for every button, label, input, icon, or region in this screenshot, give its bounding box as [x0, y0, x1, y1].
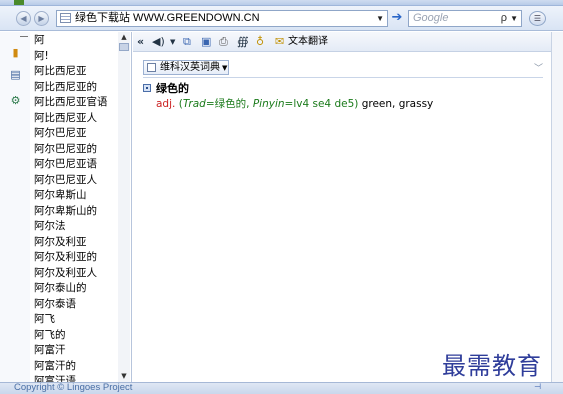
trad-value: 绿色的	[214, 98, 247, 110]
gloss: green, grassy	[361, 98, 434, 110]
app-icon	[14, 0, 24, 5]
list-item[interactable]: 阿尔及利亚	[34, 235, 118, 251]
list-item[interactable]: 阿尔巴尼亚的	[34, 142, 118, 158]
scroll-down-icon[interactable]: ▼	[118, 371, 130, 382]
scroll-thumb[interactable]	[119, 43, 129, 51]
chevron-down-icon[interactable]: ▼	[376, 11, 384, 26]
copy-icon[interactable]: ⧉	[183, 35, 191, 49]
dictionary-book-icon[interactable]: ▮	[9, 46, 22, 59]
address-text: 绿色下载站 WWW.GREENDOWN.CN	[75, 12, 260, 24]
chevron-down-icon[interactable]: ▼	[222, 64, 227, 72]
content-scrollbar[interactable]	[551, 32, 563, 382]
find-icon[interactable]: ∰	[237, 35, 249, 49]
menu-icon[interactable]: ☰	[529, 11, 546, 26]
list-item[interactable]: 阿!	[34, 49, 118, 65]
list-item[interactable]: 阿尔及利亚的	[34, 250, 118, 266]
save-icon[interactable]: ▣	[201, 35, 211, 49]
part-of-speech: adj.	[156, 98, 176, 110]
pronunciation-note: (Trad=绿色的, Pinyin=lv4 se4 de5)	[178, 98, 359, 110]
collapse-panel-icon[interactable]: «	[137, 35, 144, 49]
list-item[interactable]: 阿尔法	[34, 219, 118, 235]
word-list-scrollbar[interactable]: ▲ ▼	[118, 32, 130, 382]
expand-box-icon[interactable]	[143, 84, 151, 92]
list-item[interactable]: 阿比西尼亚的	[34, 80, 118, 96]
dictionary-tab-label: 维科汉英词典	[160, 62, 220, 73]
headword: 绿色的	[143, 81, 543, 96]
speaker-dropdown-icon[interactable]: ▼	[170, 35, 175, 49]
divider	[143, 77, 543, 78]
list-item[interactable]: 阿尔泰语	[34, 297, 118, 313]
divider	[20, 36, 28, 37]
go-arrow-icon[interactable]: ➔	[389, 11, 405, 26]
list-item[interactable]: 阿尔巴尼亚人	[34, 173, 118, 189]
back-arrow-icon[interactable]: ◀	[16, 11, 31, 26]
list-item[interactable]: 阿富汗的	[34, 359, 118, 375]
dictionary-tab[interactable]: 维科汉英词典 ▼	[143, 60, 229, 75]
search-icon[interactable]: ρ	[501, 11, 507, 26]
trad-label: Trad	[182, 98, 206, 110]
glossary-icon[interactable]: ▤	[9, 68, 22, 81]
pinyin-value: lv4 se4 de5	[293, 98, 355, 110]
speaker-icon[interactable]: ◀)	[152, 35, 165, 49]
main-toolbar: « ◀) ▼ ⧉ ▣ ⎙ ∰ ♁ ✉ 文本翻译	[133, 32, 551, 52]
list-item[interactable]: 阿比西尼亚	[34, 64, 118, 80]
search-input[interactable]: Google ρ ▼	[408, 10, 522, 27]
list-item[interactable]: 阿比西尼亚官语	[34, 95, 118, 111]
word-list-panel: ▮ ▤ ⚙ 阿阿! 阿比西尼亚 阿比西尼亚的 阿比西尼亚官语 阿比西尼亚人 阿尔巴尼亚 阿尔…	[0, 32, 132, 387]
pinyin-label: Pinyin	[252, 98, 285, 110]
definition-pane: 维科汉英词典 ▼ ﹀ 绿色的 adj. (Trad=绿色的, Pinyin=lv4…	[133, 53, 551, 382]
list-item[interactable]: 阿尔卑斯山的	[34, 204, 118, 220]
list-item[interactable]: 阿	[34, 33, 118, 49]
list-item[interactable]: 阿尔巴尼亚语	[34, 157, 118, 173]
copyright-link[interactable]: Copyright © Lingoes Project	[14, 382, 132, 393]
headword-text: 绿色的	[156, 82, 189, 95]
text-translate-button[interactable]: 文本翻译	[288, 35, 328, 49]
definition-line: adj. (Trad=绿色的, Pinyin=lv4 se4 de5) gree…	[143, 96, 543, 112]
watermark: 最需教育	[442, 352, 542, 380]
list-item[interactable]: 阿尔及利亚人	[34, 266, 118, 282]
pin-icon[interactable]: ⊣	[534, 382, 541, 391]
page-icon	[60, 13, 71, 23]
translate-icon[interactable]: ✉	[275, 35, 284, 49]
settings-gear-icon[interactable]: ⚙	[9, 94, 22, 107]
list-item[interactable]: 阿尔泰山的	[34, 281, 118, 297]
forward-arrow-icon[interactable]: ▶	[34, 11, 49, 26]
lightbulb-icon[interactable]: ♁	[256, 35, 264, 49]
scroll-up-icon[interactable]: ▲	[118, 32, 130, 43]
side-icon-bar: ▮ ▤ ⚙	[0, 32, 30, 382]
print-icon[interactable]: ⎙	[219, 35, 228, 49]
collapse-chevron-icon[interactable]: ﹀	[534, 61, 543, 74]
list-item[interactable]: 阿尔巴尼亚	[34, 126, 118, 142]
list-item[interactable]: 阿尔卑斯山	[34, 188, 118, 204]
list-item[interactable]: 阿飞的	[34, 328, 118, 344]
list-item[interactable]: 阿比西尼亚人	[34, 111, 118, 127]
list-item[interactable]: 阿富汗	[34, 343, 118, 359]
search-placeholder: Google	[413, 12, 449, 24]
book-icon	[147, 63, 156, 72]
word-list: 阿阿! 阿比西尼亚 阿比西尼亚的 阿比西尼亚官语 阿比西尼亚人 阿尔巴尼亚 阿尔巴尼亚的 阿尔…	[34, 33, 118, 390]
search-engine-dropdown-icon[interactable]: ▼	[510, 11, 518, 26]
address-toolbar: ◀ ▶ 绿色下载站 WWW.GREENDOWN.CN ▼ ➔ Google ρ …	[0, 6, 563, 31]
list-item[interactable]: 阿飞	[34, 312, 118, 328]
address-input[interactable]: 绿色下载站 WWW.GREENDOWN.CN ▼	[56, 10, 388, 27]
status-bar: Copyright © Lingoes Project ⊣	[0, 382, 563, 394]
dictionary-entry: 绿色的 adj. (Trad=绿色的, Pinyin=lv4 se4 de5) …	[143, 81, 543, 112]
